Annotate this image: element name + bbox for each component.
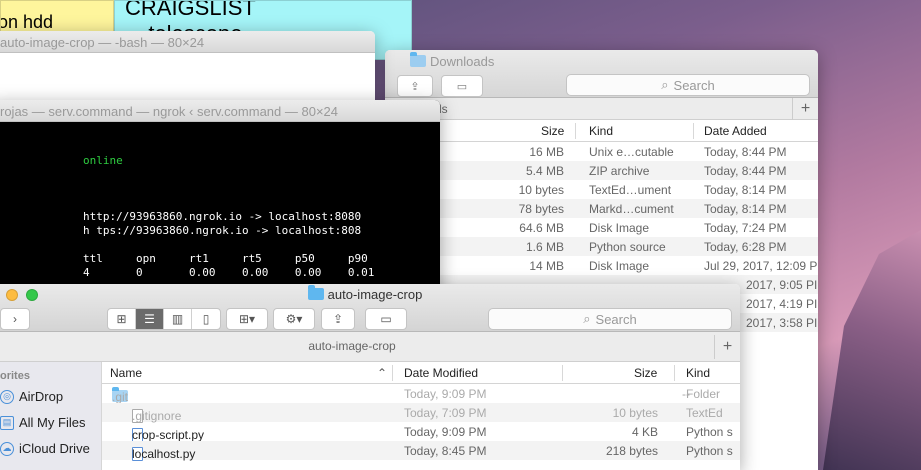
table-row[interactable]: 10 bytes TextEd…ument Today, 8:14 PM (385, 180, 818, 199)
search-icon: ⌕ (583, 311, 591, 326)
search-placeholder: Search (673, 77, 715, 93)
arrange-icon: ⊞▾ (238, 312, 256, 326)
table-row[interactable]: 5.4 MB ZIP archive Today, 8:44 PM (385, 161, 818, 180)
share-button[interactable]: ⇪ (321, 308, 355, 330)
column-view-button[interactable]: ▥ (164, 309, 192, 329)
file-list: Name ⌃ Date Modified Size Kind ▶.git Tod… (102, 362, 740, 470)
table-row[interactable]: crop-script.py Today, 9:09 PM 4 KB Pytho… (102, 422, 740, 442)
forwarding-line: http://93963860.ngrok.io -> localhost:80… (83, 210, 362, 223)
column-kind[interactable]: Kind (686, 366, 710, 380)
table-row[interactable]: 14 MB Disk Image Jul 29, 2017, 12:09 P (385, 256, 818, 275)
window-title: rojas — serv.command — ngrok ‹ serv.comm… (0, 104, 338, 119)
titlebar: rojas — serv.command — ngrok ‹ serv.comm… (0, 100, 440, 122)
stats-values: 4 0 0.00 0.00 0.00 0.01 (83, 266, 375, 279)
stats-header: ttl opn rt1 rt5 p50 p90 (83, 252, 368, 265)
column-date-modified[interactable]: Date Modified (404, 366, 478, 380)
column-size[interactable]: Size (634, 366, 657, 380)
all-files-icon: ▤ (0, 415, 14, 430)
gallery-view-button[interactable]: ▯ (192, 309, 220, 329)
terminal-output[interactable]: online http://93963860.ngrok.io -> local… (0, 122, 440, 300)
sidebar-item-icloud-drive[interactable]: ☁ iCloud Drive (0, 441, 90, 456)
view-mode-selector: ⊞ ☰ ▥ ▯ (107, 308, 221, 330)
tag-button[interactable]: ▭ (365, 308, 407, 330)
window-title: Downloads (430, 54, 495, 69)
share-button[interactable]: ⇪ (397, 75, 433, 97)
table-row[interactable]: localhost.py Today, 8:45 PM 218 bytes Py… (102, 441, 740, 461)
add-tab-button[interactable]: + (714, 335, 740, 359)
table-row[interactable]: 1.6 MB Python source Today, 6:28 PM (385, 237, 818, 256)
sidebar-section-favorites: orites (0, 370, 30, 382)
share-icon: ⇪ (332, 312, 344, 326)
sticky-note-text: on hdd (0, 12, 54, 32)
search-field[interactable]: ⌕ Search (566, 74, 810, 96)
sidebar-item-airdrop[interactable]: ◎ AirDrop (0, 389, 63, 404)
tag-icon: ▭ (380, 312, 392, 326)
add-tab-button[interactable]: + (792, 98, 818, 120)
terminal-window-ngrok[interactable]: rojas — serv.command — ngrok ‹ serv.comm… (0, 100, 440, 300)
column-date-added[interactable]: Date Added (704, 124, 767, 138)
toolbar: Downloads ⇪ ▭ ⌕ Search (385, 50, 818, 98)
toolbar: auto-image-crop › ⊞ ☰ ▥ ▯ ⊞▾ ⚙▾ ⇪ ▭ ⌕ Se… (0, 284, 740, 332)
folder-icon (410, 52, 426, 67)
table-row[interactable]: 64.6 MB Disk Image Today, 7:24 PM (385, 218, 818, 237)
search-placeholder: Search (595, 311, 637, 327)
icon-view-button[interactable]: ⊞ (108, 309, 136, 329)
sidebar-item-all-my-files[interactable]: ▤ All My Files (0, 415, 85, 430)
window-title: auto-image-crop — -bash — 80×24 (0, 35, 205, 50)
folder-icon (307, 285, 324, 300)
tab-label[interactable]: auto-image-crop (0, 339, 714, 353)
column-size[interactable]: Size (541, 124, 564, 138)
table-row[interactable]: ▶.git Today, 9:09 PM -- Folder (102, 384, 740, 404)
search-icon: ⌕ (661, 77, 669, 92)
column-name[interactable]: Name (110, 366, 142, 380)
action-button[interactable]: ⚙▾ (273, 308, 315, 330)
titlebar: auto-image-crop — -bash — 80×24 (0, 31, 375, 53)
tab-bar: ds + (385, 98, 818, 120)
table-row[interactable]: 78 bytes Markd…cument Today, 8:14 PM (385, 199, 818, 218)
table-row[interactable]: .gitignore Today, 7:09 PM 10 bytes TextE… (102, 403, 740, 423)
table-row[interactable]: 16 MB Unix e…cutable Today, 8:44 PM (385, 142, 818, 161)
window-title: auto-image-crop (327, 287, 423, 302)
terminal-window-bash[interactable]: auto-image-crop — -bash — 80×24 (0, 31, 375, 111)
nav-buttons: › (0, 308, 30, 330)
forward-button[interactable]: › (1, 309, 29, 329)
forwarding-line: h tps://93963860.ngrok.io -> localhost:8… (83, 224, 362, 237)
session-status: online (83, 154, 123, 167)
airdrop-icon: ◎ (0, 389, 14, 404)
finder-window-auto-image-crop[interactable]: auto-image-crop › ⊞ ☰ ▥ ▯ ⊞▾ ⚙▾ ⇪ ▭ ⌕ Se… (0, 284, 740, 470)
sticky-note-text: CRAIGSLIST (125, 0, 256, 20)
column-header: Name ⌃ Date Modified Size Kind (102, 362, 740, 384)
icloud-icon: ☁ (0, 441, 14, 456)
list-view-button[interactable]: ☰ (136, 309, 164, 329)
tag-button[interactable]: ▭ (441, 75, 483, 97)
tab-bar: auto-image-crop + (0, 332, 740, 362)
column-header: Size Kind Date Added (385, 120, 818, 142)
search-field[interactable]: ⌕ Search (488, 308, 732, 330)
sidebar: orites ◎ AirDrop ▤ All My Files ☁ iCloud Dr… (0, 362, 102, 470)
column-kind[interactable]: Kind (589, 124, 613, 138)
sort-chevron-icon: ⌃ (377, 366, 388, 380)
arrange-button[interactable]: ⊞▾ (226, 308, 268, 330)
gear-icon: ⚙▾ (285, 312, 303, 326)
